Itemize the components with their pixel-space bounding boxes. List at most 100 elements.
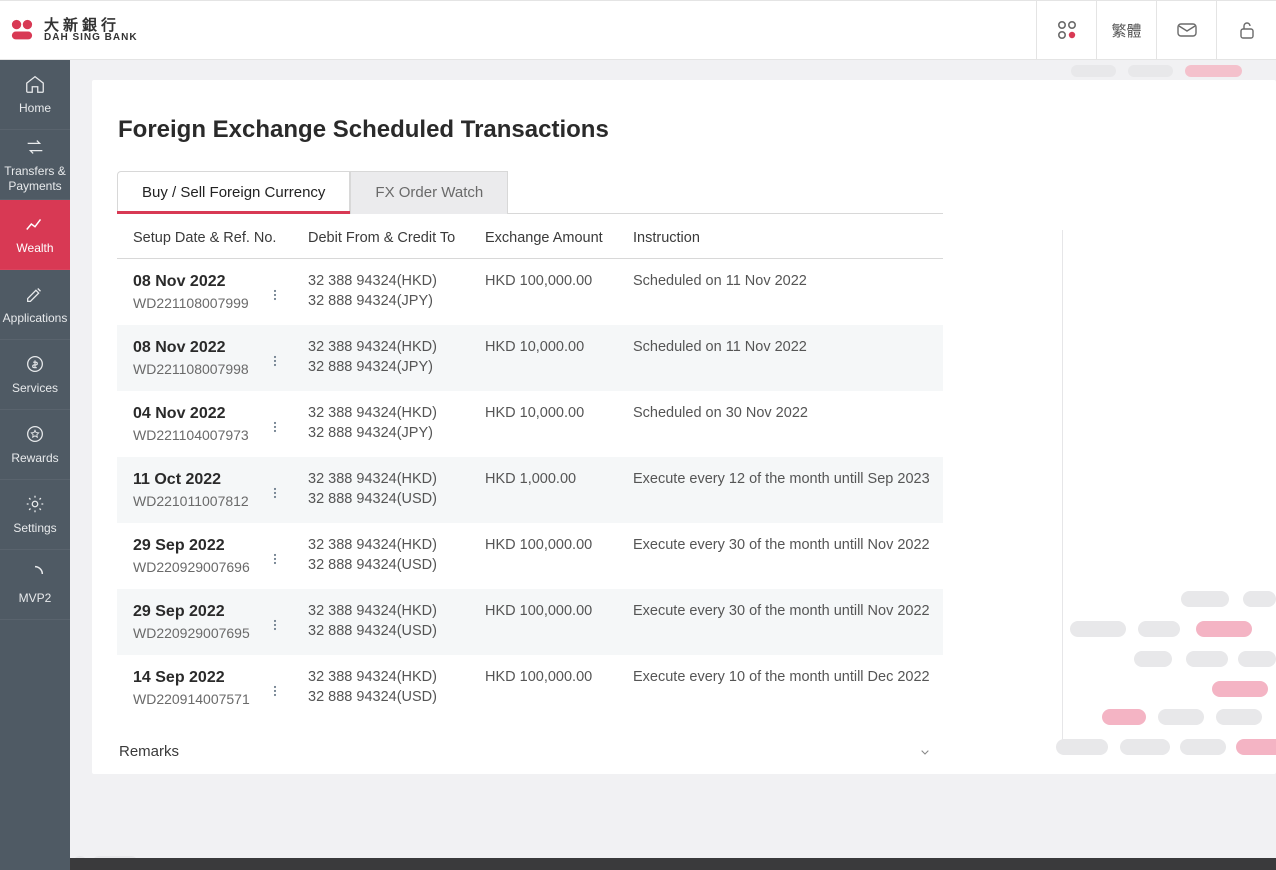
- row-instruction: Execute every 10 of the month untill Dec…: [633, 669, 943, 685]
- row-credit: 32 888 94324(JPY): [308, 293, 485, 309]
- apps-button[interactable]: [1036, 1, 1096, 59]
- row-instruction: Execute every 12 of the month untill Sep…: [633, 471, 943, 487]
- sidebar-item-services[interactable]: Services: [0, 340, 70, 410]
- page-title: Foreign Exchange Scheduled Transactions: [118, 116, 1276, 144]
- col-instruction: Instruction: [633, 230, 943, 246]
- decoration-pill: [1120, 739, 1170, 755]
- table-row: 29 Sep 2022WD22092900769532 388 94324(HK…: [117, 589, 943, 655]
- more-vertical-icon: [267, 551, 283, 567]
- sidebar-item-settings[interactable]: Settings: [0, 480, 70, 550]
- more-vertical-icon: [267, 683, 283, 699]
- unlock-icon: [1235, 18, 1259, 42]
- mail-button[interactable]: [1156, 1, 1216, 59]
- sidebar-item-transfers[interactable]: Transfers & Payments: [0, 130, 70, 200]
- table-row: 11 Oct 2022WD22101100781232 388 94324(HK…: [117, 457, 943, 523]
- table-row: 04 Nov 2022WD22110400797332 388 94324(HK…: [117, 391, 943, 457]
- row-date: 29 Sep 2022: [133, 603, 263, 621]
- table-row: 08 Nov 2022WD22110800799932 388 94324(HK…: [117, 259, 943, 325]
- table-row: 14 Sep 2022 WD220914007571 32 388 94324(HK…: [117, 655, 943, 721]
- row-ref: WD221108007998: [133, 361, 263, 377]
- sidebar-item-applications[interactable]: Applications: [0, 270, 70, 340]
- row-instruction: Scheduled on 11 Nov 2022: [633, 339, 943, 355]
- row-amount: HKD 10,000.00: [485, 339, 633, 355]
- brand: 大新銀行 DAH SING BANK: [0, 16, 138, 44]
- remarks-toggle[interactable]: Remarks: [117, 721, 943, 768]
- row-actions-button[interactable]: [263, 339, 287, 377]
- top-bar: 大新銀行 DAH SING BANK 繁體: [0, 0, 1276, 60]
- sidebar-item-label: Applications: [1, 311, 70, 325]
- row-amount: HKD 100,000.00: [485, 669, 633, 685]
- brand-name-en: DAH SING BANK: [44, 33, 138, 43]
- more-vertical-icon: [267, 419, 283, 435]
- col-setup-date: Setup Date & Ref. No.: [133, 230, 308, 246]
- card: Foreign Exchange Scheduled Transactions …: [92, 80, 1276, 774]
- more-vertical-icon: [267, 287, 283, 303]
- envelope-icon: [1175, 18, 1199, 42]
- row-debit: 32 388 94324(HKD): [308, 537, 485, 553]
- decoration-pill: [1236, 739, 1276, 755]
- row-ref: WD221011007812: [133, 493, 263, 509]
- sidebar-item-label: MVP2: [17, 591, 54, 605]
- sidebar-item-label: Wealth: [14, 241, 55, 255]
- decoration-pill: [1134, 651, 1172, 667]
- brand-text: 大新銀行 DAH SING BANK: [44, 18, 138, 43]
- row-debit: 32 388 94324(HKD): [308, 405, 485, 421]
- decoration-pill: [1196, 621, 1252, 637]
- edit-icon: [24, 283, 46, 305]
- decoration-pill: [1185, 65, 1242, 77]
- spinner-icon: [24, 563, 46, 585]
- sidebar-item-label: Settings: [11, 521, 58, 535]
- row-actions-button[interactable]: [263, 273, 287, 311]
- row-credit: 32 888 94324(USD): [308, 623, 485, 639]
- row-ref: WD220914007571: [133, 691, 263, 707]
- table-header: Setup Date & Ref. No. Debit From & Credi…: [117, 214, 943, 259]
- row-debit: 32 388 94324(HKD): [308, 273, 485, 289]
- sidebar-item-home[interactable]: Home: [0, 60, 70, 130]
- row-credit: 32 888 94324(USD): [308, 689, 485, 705]
- row-actions-button[interactable]: [263, 405, 287, 443]
- dollar-circle-icon: [24, 353, 46, 375]
- row-date: 08 Nov 2022: [133, 273, 263, 291]
- decoration-pill: [1138, 621, 1180, 637]
- row-amount: HKD 10,000.00: [485, 405, 633, 421]
- row-instruction: Scheduled on 30 Nov 2022: [633, 405, 943, 421]
- row-amount: HKD 100,000.00: [485, 603, 633, 619]
- decoration-pill: [1181, 591, 1229, 607]
- sidebar-item-label: Transfers & Payments: [0, 164, 70, 193]
- row-instruction: Execute every 30 of the month untill Nov…: [633, 603, 943, 619]
- gear-icon: [24, 493, 46, 515]
- row-ref: WD220929007696: [133, 559, 263, 575]
- row-amount: HKD 100,000.00: [485, 537, 633, 553]
- transactions-table: Setup Date & Ref. No. Debit From & Credi…: [117, 214, 943, 721]
- decoration-pill: [1128, 65, 1173, 77]
- decoration-pill: [1186, 651, 1228, 667]
- logout-button[interactable]: [1216, 1, 1276, 59]
- transfer-icon: [24, 136, 46, 158]
- sidebar-item-rewards[interactable]: Rewards: [0, 410, 70, 480]
- decoration-pill: [1070, 621, 1126, 637]
- brand-name-zh: 大新銀行: [44, 18, 138, 33]
- row-actions-button[interactable]: [263, 537, 287, 575]
- tab-buy-sell[interactable]: Buy / Sell Foreign Currency: [117, 171, 350, 214]
- apps-grid-icon: [1055, 18, 1079, 42]
- language-button[interactable]: 繁體: [1096, 1, 1156, 59]
- tab-fx-watch[interactable]: FX Order Watch: [350, 171, 508, 214]
- row-date: 14 Sep 2022: [133, 669, 263, 687]
- decoration-pill: [1243, 591, 1276, 607]
- row-ref: WD221104007973: [133, 427, 263, 443]
- row-actions-button[interactable]: [263, 669, 287, 707]
- row-instruction: Scheduled on 11 Nov 2022: [633, 273, 943, 289]
- row-amount: HKD 1,000.00: [485, 471, 633, 487]
- decoration-pill: [1102, 709, 1146, 725]
- remarks-label: Remarks: [119, 743, 179, 760]
- sidebar-item-wealth[interactable]: Wealth: [0, 200, 70, 270]
- row-debit: 32 388 94324(HKD): [308, 669, 485, 685]
- row-actions-button[interactable]: [263, 471, 287, 509]
- row-credit: 32 888 94324(USD): [308, 491, 485, 507]
- row-credit: 32 888 94324(JPY): [308, 425, 485, 441]
- row-actions-button[interactable]: [263, 603, 287, 641]
- more-vertical-icon: [267, 353, 283, 369]
- sidebar-item-mvp2[interactable]: MVP2: [0, 550, 70, 620]
- row-date: 11 Oct 2022: [133, 471, 263, 489]
- row-date: 29 Sep 2022: [133, 537, 263, 555]
